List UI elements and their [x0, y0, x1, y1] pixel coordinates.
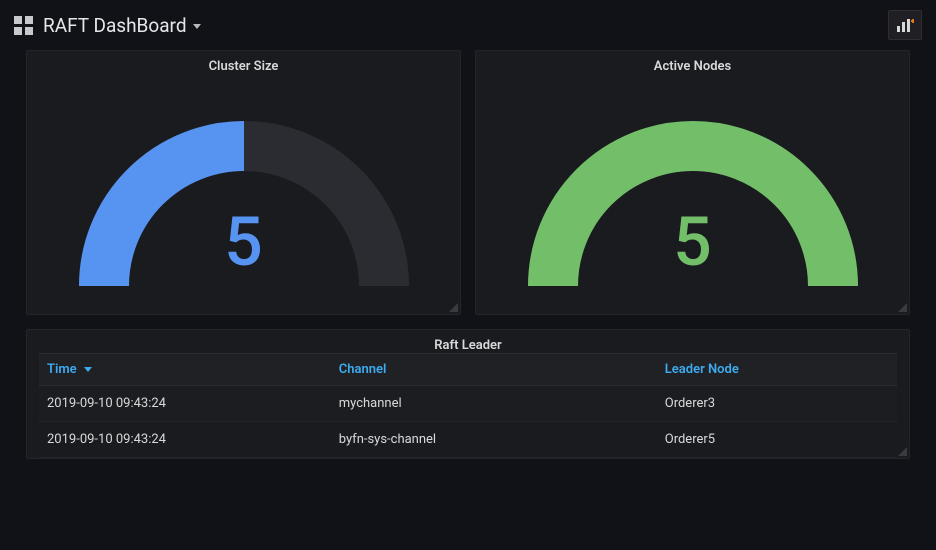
resize-handle-icon[interactable]: [898, 303, 907, 312]
cell-time: 2019-09-10 09:43:24: [39, 422, 331, 458]
cell-channel: byfn-sys-channel: [331, 422, 657, 458]
cell-leader: Orderer5: [657, 422, 897, 458]
page-title: RAFT DashBoard: [43, 14, 187, 37]
add-panel-button[interactable]: [888, 10, 922, 40]
panel-raft-leader[interactable]: Raft Leader Time Channel Leader Node: [26, 329, 910, 459]
topbar-right: [888, 10, 922, 40]
column-header-leader-node[interactable]: Leader Node: [657, 354, 897, 386]
panel-active-nodes[interactable]: Active Nodes 5: [475, 50, 910, 315]
cell-channel: mychannel: [331, 386, 657, 422]
panel-title: Raft Leader: [27, 338, 909, 353]
panel-title: Cluster Size: [27, 59, 460, 74]
sort-desc-icon: [84, 367, 92, 372]
chevron-down-icon: [193, 24, 201, 29]
panel-row-gauges: Cluster Size 5 Active Nodes: [26, 50, 910, 315]
table-row: 2019-09-10 09:43:24 byfn-sys-channel Ord…: [39, 422, 897, 458]
dashboard-grid: Cluster Size 5 Active Nodes: [0, 50, 936, 479]
cell-time: 2019-09-10 09:43:24: [39, 386, 331, 422]
topbar-left: RAFT DashBoard: [14, 14, 888, 37]
gauge-active-nodes: 5: [503, 86, 883, 296]
panel-cluster-size[interactable]: Cluster Size 5: [26, 50, 461, 315]
topbar: RAFT DashBoard: [0, 0, 936, 50]
table-row: 2019-09-10 09:43:24 mychannel Orderer3: [39, 386, 897, 422]
dashboard-title-dropdown[interactable]: RAFT DashBoard: [43, 14, 201, 37]
gauge-cluster-size: 5: [54, 86, 434, 296]
table-wrap: Time Channel Leader Node 2019-09-10 09:4: [27, 353, 909, 458]
panel-title: Active Nodes: [476, 59, 909, 74]
resize-handle-icon[interactable]: [898, 447, 907, 456]
gauge-value: 5: [503, 208, 883, 276]
raft-leader-table: Time Channel Leader Node 2019-09-10 09:4: [39, 353, 897, 458]
resize-handle-icon[interactable]: [449, 303, 458, 312]
dashboard-icon: [14, 16, 33, 35]
gauge-value: 5: [54, 208, 434, 276]
column-header-channel[interactable]: Channel: [331, 354, 657, 386]
column-header-time[interactable]: Time: [39, 354, 331, 386]
cell-leader: Orderer3: [657, 386, 897, 422]
bar-chart-plus-icon: [896, 17, 914, 33]
